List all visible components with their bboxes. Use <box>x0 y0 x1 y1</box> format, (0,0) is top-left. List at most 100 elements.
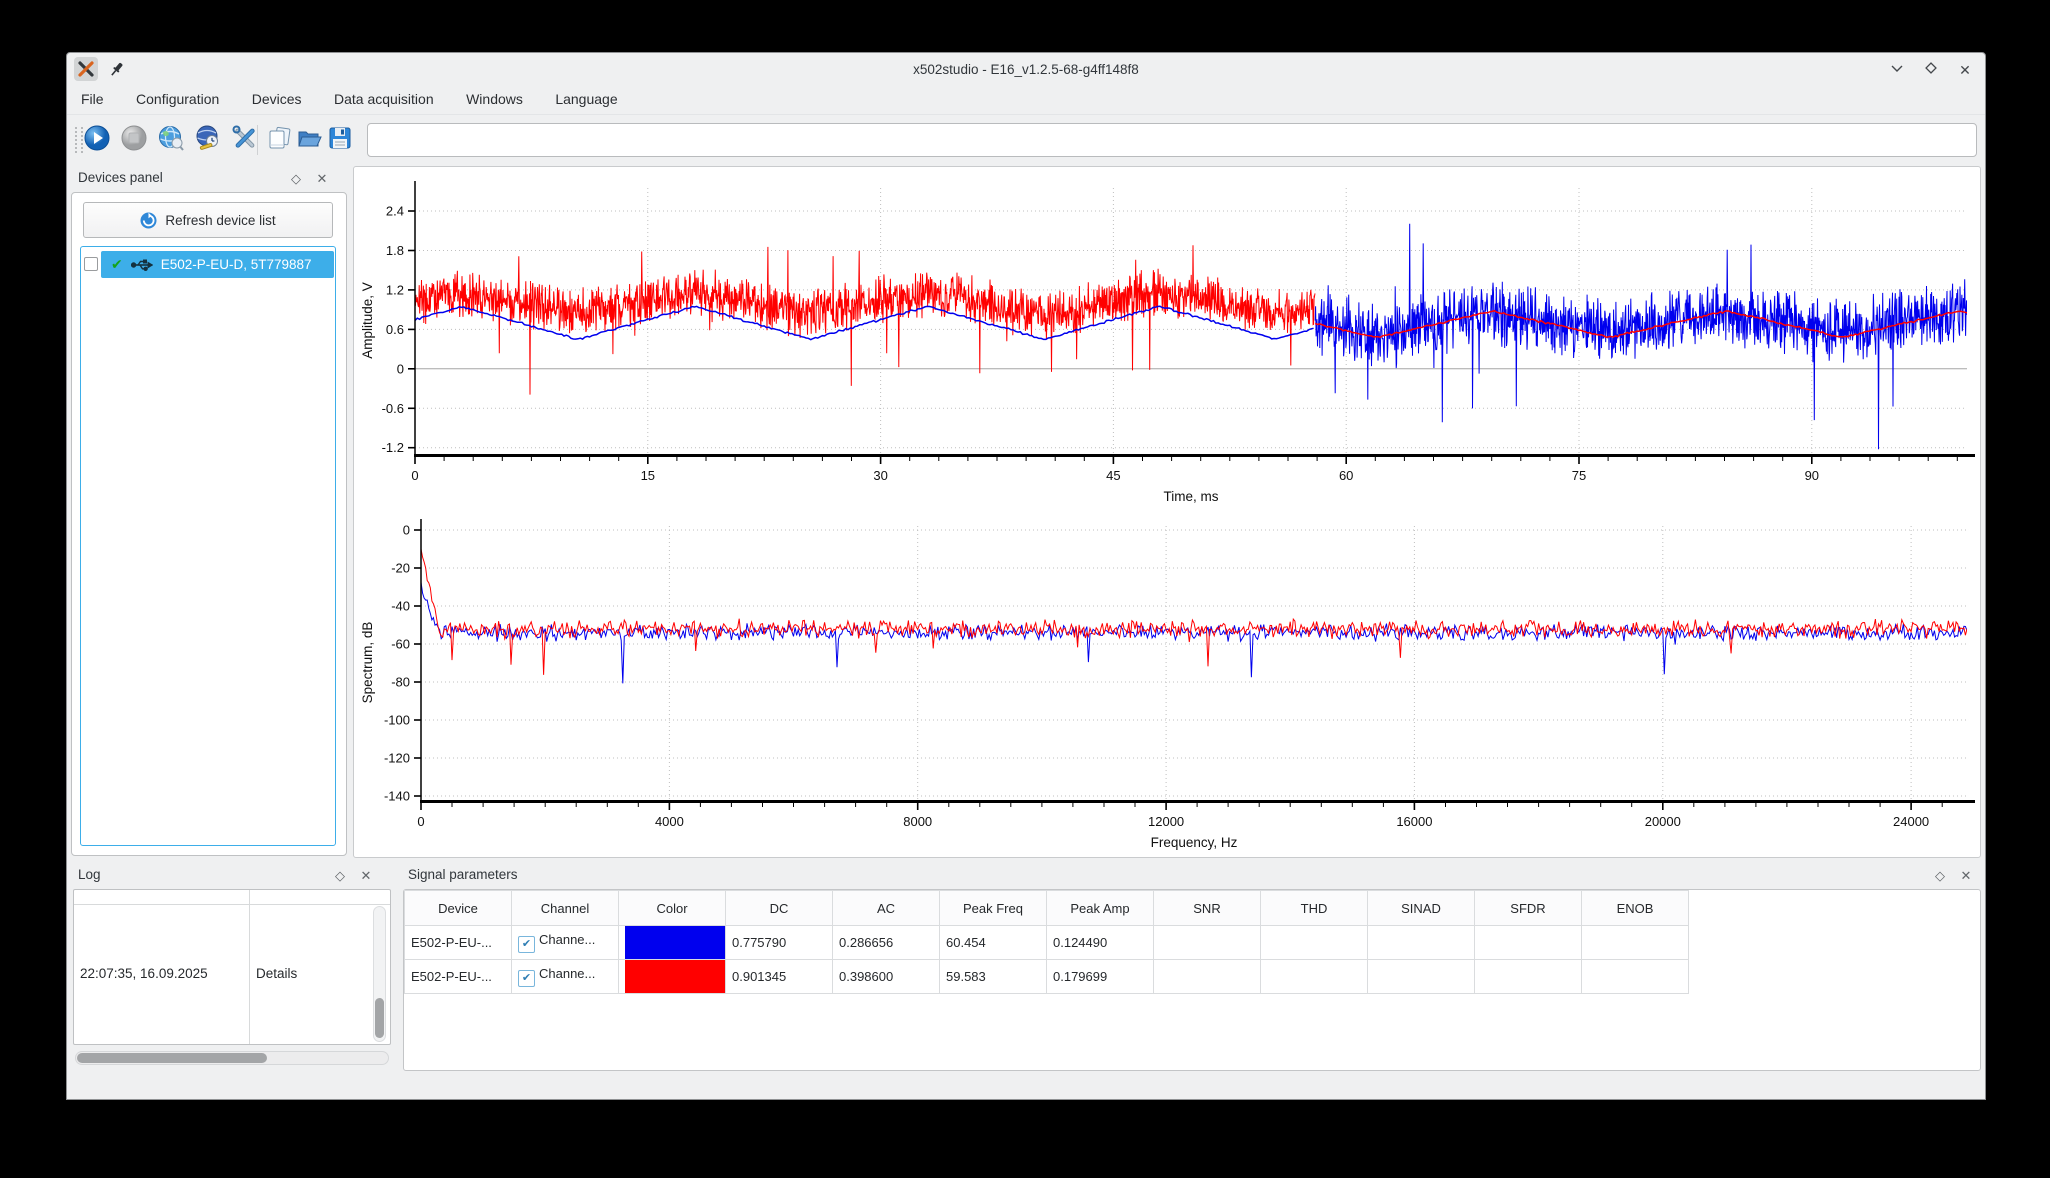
cell-sfdr <box>1475 926 1582 960</box>
svg-text:8000: 8000 <box>903 814 932 829</box>
svg-text:1.8: 1.8 <box>386 243 404 258</box>
signal-parameters-table: Device Channel Color DC AC Peak Freq Pea… <box>404 890 1689 994</box>
signal-panel-title: Signal parameters <box>408 867 518 882</box>
log-table: 22:07:35, 16.09.2025 Details <box>73 889 391 1045</box>
scrollbar-thumb[interactable] <box>375 998 384 1038</box>
float-panel-icon[interactable]: ◇ <box>1931 867 1949 885</box>
color-swatch[interactable] <box>625 926 725 959</box>
menu-windows[interactable]: Windows <box>452 86 537 112</box>
col-sfdr: SFDR <box>1475 891 1582 926</box>
svg-text:-40: -40 <box>391 599 410 614</box>
signal-parameters-panel: Signal parameters ◇ ✕ Device Channel Col… <box>399 863 1985 1077</box>
col-enob: ENOB <box>1582 891 1689 926</box>
color-swatch[interactable] <box>625 960 725 993</box>
signal-table-area: Device Channel Color DC AC Peak Freq Pea… <box>403 889 1981 1071</box>
title-bar[interactable]: x502studio - E16_v1.2.5-68-g4ff148f8 ✕ <box>67 53 1985 86</box>
toolbar-drag-handle[interactable] <box>75 127 83 153</box>
devices-panel: Devices panel ◇ ✕ Refresh device list ✔ … <box>69 166 351 858</box>
menu-data-acquisition[interactable]: Data acquisition <box>320 86 448 112</box>
minimize-button[interactable] <box>1887 60 1907 80</box>
device-selected-row[interactable]: ✔ E502-P-EU-D, 5T779887 <box>101 251 334 278</box>
cell-thd <box>1261 960 1368 994</box>
usb-icon <box>131 258 153 272</box>
menu-devices[interactable]: Devices <box>238 86 316 112</box>
device-tree[interactable]: ✔ E502-P-EU-D, 5T779887 <box>80 246 336 846</box>
device-checkbox[interactable] <box>84 257 98 271</box>
log-panel: Log ◇ ✕ 22:07:35, 16.09.2025 Details <box>69 863 395 1077</box>
log-vertical-scrollbar[interactable] <box>373 906 386 1042</box>
spectrum-chart[interactable]: 0-20-40-60-80-100-120-140040008000120001… <box>354 514 1980 857</box>
save-file-button[interactable] <box>326 124 356 156</box>
col-device: Device <box>405 891 512 926</box>
toolbar-input[interactable] <box>367 123 1977 157</box>
col-snr: SNR <box>1154 891 1261 926</box>
menu-file[interactable]: File <box>67 86 118 112</box>
svg-text:-1.2: -1.2 <box>382 440 404 455</box>
svg-text:45: 45 <box>1106 468 1120 483</box>
open-file-button[interactable] <box>296 124 326 156</box>
refresh-icon <box>140 212 157 229</box>
devices-panel-title: Devices panel <box>78 170 163 185</box>
table-row[interactable]: E502-P-EU-... ✔Channe... 0.901345 0.3986… <box>405 960 1689 994</box>
cell-peak-amp: 0.124490 <box>1047 926 1154 960</box>
window-title: x502studio - E16_v1.2.5-68-g4ff148f8 <box>67 53 1985 86</box>
svg-text:0: 0 <box>403 523 410 538</box>
refresh-device-list-button[interactable]: Refresh device list <box>83 202 333 238</box>
float-panel-icon[interactable]: ◇ <box>287 170 305 188</box>
desktop-background: x502studio - E16_v1.2.5-68-g4ff148f8 ✕ F… <box>0 0 2050 1178</box>
stop-acquisition-button[interactable] <box>120 124 150 156</box>
svg-text:-20: -20 <box>391 561 410 576</box>
svg-text:0: 0 <box>397 361 404 376</box>
cell-peak-freq: 60.454 <box>940 926 1047 960</box>
col-peak-freq: Peak Freq <box>940 891 1047 926</box>
svg-text:90: 90 <box>1805 468 1819 483</box>
device-tree-item[interactable]: ✔ E502-P-EU-D, 5T779887 <box>81 251 335 278</box>
svg-text:Spectrum, dB: Spectrum, dB <box>360 622 375 704</box>
cell-color[interactable] <box>619 926 726 960</box>
cell-thd <box>1261 926 1368 960</box>
col-thd: THD <box>1261 891 1368 926</box>
cell-enob <box>1582 960 1689 994</box>
cell-sinad <box>1368 926 1475 960</box>
svg-text:-0.6: -0.6 <box>382 401 404 416</box>
time-domain-chart[interactable]: 2.41.81.20.60-0.6-1.20153045607590Time, … <box>354 167 1980 514</box>
cell-ac: 0.286656 <box>833 926 940 960</box>
menu-configuration[interactable]: Configuration <box>122 86 233 112</box>
web-session-button[interactable] <box>194 124 224 156</box>
svg-text:-120: -120 <box>384 751 410 766</box>
col-ac: AC <box>833 891 940 926</box>
channel-checkbox[interactable]: ✔ <box>518 936 535 953</box>
maximize-button[interactable] <box>1921 60 1941 80</box>
start-acquisition-button[interactable] <box>83 124 113 156</box>
table-row[interactable]: E502-P-EU-... ✔Channe... 0.775790 0.2866… <box>405 926 1689 960</box>
float-panel-icon[interactable]: ◇ <box>331 867 349 885</box>
copy-data-button[interactable] <box>266 124 296 156</box>
svg-text:75: 75 <box>1572 468 1586 483</box>
cell-dc: 0.775790 <box>726 926 833 960</box>
svg-text:60: 60 <box>1339 468 1353 483</box>
menu-language[interactable]: Language <box>541 86 631 112</box>
log-entry-details[interactable]: Details <box>256 904 356 1042</box>
svg-text:20000: 20000 <box>1645 814 1681 829</box>
cell-color[interactable] <box>619 960 726 994</box>
close-button[interactable]: ✕ <box>1955 60 1975 80</box>
scrollbar-thumb[interactable] <box>77 1053 267 1063</box>
channel-checkbox[interactable]: ✔ <box>518 970 535 987</box>
cell-sinad <box>1368 960 1475 994</box>
cell-device: E502-P-EU-... <box>405 926 512 960</box>
close-panel-icon[interactable]: ✕ <box>313 170 331 188</box>
app-window: x502studio - E16_v1.2.5-68-g4ff148f8 ✕ F… <box>66 52 1986 1100</box>
log-horizontal-scrollbar[interactable] <box>75 1051 389 1065</box>
cell-peak-freq: 59.583 <box>940 960 1047 994</box>
svg-text:1.2: 1.2 <box>386 282 404 297</box>
svg-text:16000: 16000 <box>1396 814 1432 829</box>
svg-text:Frequency, Hz: Frequency, Hz <box>1151 835 1238 850</box>
svg-text:-100: -100 <box>384 713 410 728</box>
svg-text:2.4: 2.4 <box>386 204 404 219</box>
svg-text:15: 15 <box>641 468 655 483</box>
close-panel-icon[interactable]: ✕ <box>357 867 375 885</box>
log-entry-time: 22:07:35, 16.09.2025 <box>80 904 245 1042</box>
svg-text:Amplitude, V: Amplitude, V <box>360 282 375 359</box>
close-panel-icon[interactable]: ✕ <box>1957 867 1975 885</box>
network-devices-button[interactable] <box>157 124 187 156</box>
